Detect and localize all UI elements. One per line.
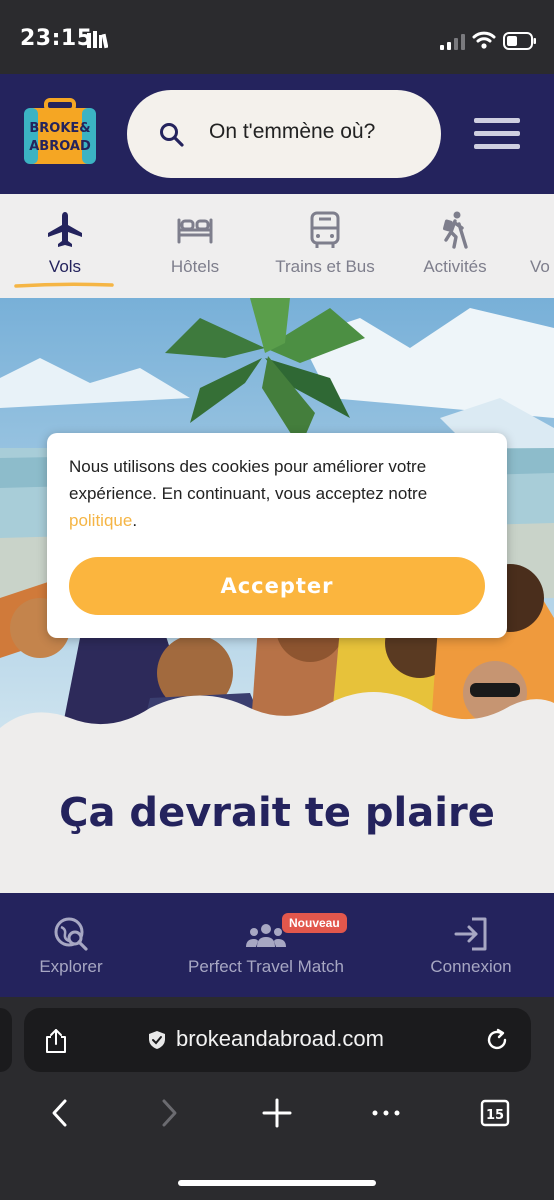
bed-icon	[177, 218, 213, 244]
active-tab-underline	[14, 282, 114, 288]
login-icon	[454, 917, 487, 951]
plane-icon	[48, 212, 82, 247]
tab-trains-bus[interactable]: Trains et Bus	[260, 194, 390, 298]
cellular-signal-icon	[440, 34, 465, 50]
status-bar: 23:15	[0, 0, 554, 74]
reload-icon[interactable]	[485, 1028, 509, 1052]
nav-explorer[interactable]: Explorer	[10, 893, 132, 997]
logo-text-line1: BROKE&	[29, 121, 90, 136]
new-badge: Nouveau	[282, 913, 347, 933]
nav-connexion[interactable]: Connexion	[416, 893, 526, 997]
recommendations-section: Ça devrait te plaire	[0, 740, 554, 894]
forward-icon[interactable]	[153, 1097, 185, 1129]
tab-hotels[interactable]: Hôtels	[130, 194, 260, 298]
logo-text-line2: ABROAD	[29, 139, 91, 154]
share-icon[interactable]	[44, 1028, 68, 1054]
search-icon	[160, 123, 184, 147]
previous-tab-edge[interactable]	[0, 1008, 12, 1072]
battery-icon	[503, 32, 536, 50]
tab-label: Activités	[423, 257, 487, 276]
site-header: BROKE& ABROAD On t'emmène où?	[0, 74, 554, 194]
hiker-icon	[443, 211, 468, 249]
address-bar[interactable]: brokeandabroad.com	[24, 1008, 531, 1072]
more-options-icon[interactable]	[370, 1097, 402, 1129]
tabs-count-icon[interactable]: 15	[479, 1097, 511, 1129]
broke-abroad-logo[interactable]: BROKE& ABROAD	[20, 98, 100, 168]
tab-label: Vols	[48, 257, 82, 276]
site-bottom-nav: Explorer Perfect Travel Match Nouveau Co…	[0, 893, 554, 997]
library-icon	[87, 31, 108, 49]
section-title: Ça devrait te plaire	[59, 790, 495, 836]
tab-label: Hôtels	[170, 257, 220, 276]
category-tabs: Vols Hôtels Trains et Bus Activités Vo	[0, 194, 554, 298]
home-indicator[interactable]	[178, 1180, 376, 1186]
nav-label: Connexion	[430, 957, 512, 976]
destination-search[interactable]: On t'emmène où?	[127, 90, 441, 178]
privacy-policy-link[interactable]: politique	[69, 511, 132, 530]
cookie-text-end: .	[132, 511, 138, 530]
explore-icon	[54, 917, 88, 951]
back-icon[interactable]	[44, 1097, 76, 1129]
tab-count: 15	[486, 1108, 504, 1123]
cookie-consent-dialog: Nous utilisons des cookies pour améliore…	[47, 433, 507, 638]
nav-label: Explorer	[39, 957, 103, 976]
hamburger-menu-icon[interactable]	[474, 118, 520, 152]
browser-nav-row: 15	[0, 1097, 554, 1137]
tab-label: Trains et Bus	[275, 257, 375, 276]
search-placeholder: On t'emmène où?	[209, 120, 376, 143]
accept-cookies-button[interactable]: Accepter	[69, 557, 485, 615]
nav-label: Perfect Travel Match	[188, 957, 344, 976]
new-tab-icon[interactable]	[261, 1097, 293, 1129]
status-time: 23:15	[20, 26, 93, 51]
tab-more[interactable]: Vo	[520, 194, 554, 298]
cookie-text: Nous utilisons des cookies pour améliore…	[69, 457, 428, 503]
tab-vols[interactable]: Vols	[0, 194, 130, 298]
nav-perfect-travel-match[interactable]: Perfect Travel Match	[170, 893, 362, 997]
shield-lock-icon	[149, 1031, 165, 1049]
browser-toolbar: brokeandabroad.com 15	[0, 997, 554, 1200]
cookie-message: Nous utilisons des cookies pour améliore…	[69, 453, 489, 534]
url-text: brokeandabroad.com	[176, 1026, 384, 1051]
wifi-icon	[472, 31, 496, 49]
tab-label: Vo	[530, 257, 550, 276]
bus-icon	[310, 211, 340, 248]
tab-activites[interactable]: Activités	[390, 194, 520, 298]
